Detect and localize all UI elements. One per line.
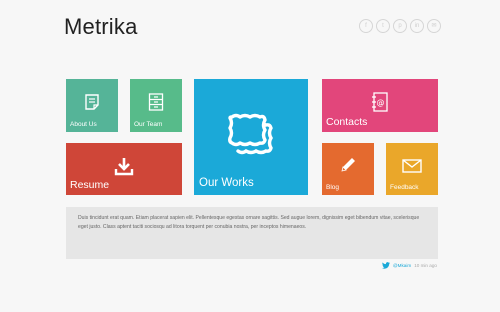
page-title: Metrika: [64, 14, 138, 39]
tile-resume[interactable]: Resume: [66, 143, 182, 195]
tile-label: Our Works: [199, 177, 254, 189]
pencil-icon: [341, 158, 355, 172]
tile-label: Our Team: [134, 121, 163, 128]
tile-label: Feedback: [390, 184, 419, 191]
twitter-icon: [382, 262, 390, 269]
social-links: f t p in ✉: [359, 19, 441, 33]
tweet-time: 10 min ago: [414, 263, 437, 268]
tile-our-team[interactable]: Our Team: [130, 79, 182, 132]
download-icon: [114, 158, 134, 176]
cabinet-icon: [148, 93, 164, 111]
pinterest-icon[interactable]: p: [393, 19, 407, 33]
linkedin-icon[interactable]: in: [410, 19, 424, 33]
tile-contacts[interactable]: @ Contacts: [322, 79, 438, 132]
note-icon: [85, 94, 99, 110]
tile-our-works[interactable]: Our Works: [194, 79, 308, 195]
envelope-icon: [402, 159, 422, 173]
twitter-icon[interactable]: t: [376, 19, 390, 33]
tile-label: About Us: [70, 121, 97, 128]
address-book-icon: @: [372, 92, 388, 112]
picture-frames-icon: [228, 113, 273, 155]
tweet-handle[interactable]: @Mkaim: [393, 263, 411, 268]
tile-blog[interactable]: Blog: [322, 143, 374, 195]
tweet-text: Duis tincidunt erat quam. Etiam placerat…: [66, 207, 438, 259]
tile-label: Resume: [70, 179, 110, 191]
facebook-icon[interactable]: f: [359, 19, 373, 33]
tile-label: Contacts: [326, 116, 368, 128]
tile-feedback[interactable]: Feedback: [386, 143, 438, 195]
tweet-meta: @Mkaim 10 min ago: [382, 262, 437, 269]
tile-label: Blog: [326, 184, 340, 191]
tile-about-us[interactable]: About Us: [66, 79, 118, 132]
email-icon[interactable]: ✉: [427, 19, 441, 33]
svg-text:@: @: [377, 98, 385, 107]
